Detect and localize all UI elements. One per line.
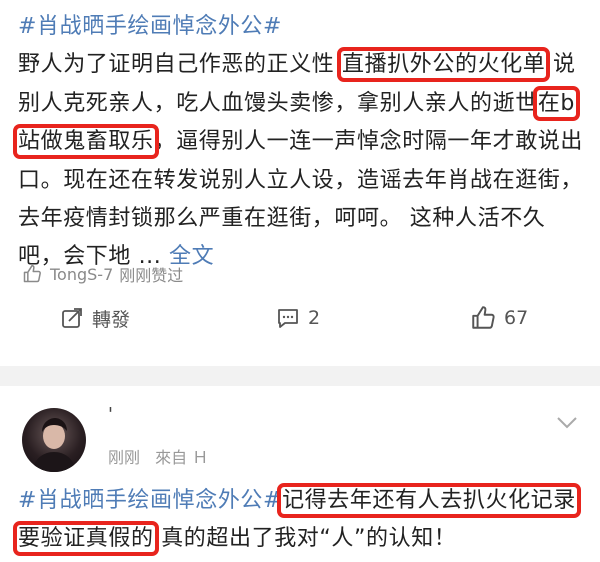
avatar[interactable] xyxy=(22,408,86,472)
post-text: #肖战晒手绘画悼念外公# 野人为了证明自己作恶的正义性 直播扒外公的火化单 说别… xyxy=(13,8,584,277)
thumbs-up-icon xyxy=(472,306,495,329)
like-button[interactable]: 67 xyxy=(470,305,528,331)
post-time: 刚刚 xyxy=(108,448,141,467)
liked-status: 刚刚赞过 xyxy=(119,266,184,285)
liked-by-row: TongS-7 刚刚赞过 xyxy=(22,262,183,286)
post-card: ' 刚刚 來自 Ｈ #肖战晒手绘画悼念外公#记得去年还有人去扒火化记录要验证真假… xyxy=(0,386,600,562)
section-divider xyxy=(0,366,600,386)
liker-username[interactable]: TongS-7 xyxy=(50,265,113,284)
repost-label: 轉發 xyxy=(92,308,131,331)
like-count: 67 xyxy=(504,307,529,329)
highlighted-text: 直播扒外公的火化单 xyxy=(336,47,551,83)
repost-icon xyxy=(62,308,82,328)
post-meta: 刚刚 來自 Ｈ xyxy=(108,444,208,468)
thumbs-up-icon xyxy=(23,264,41,283)
comment-button[interactable]: 2 xyxy=(276,306,320,330)
username[interactable]: ' xyxy=(108,404,113,425)
post-text: #肖战晒手绘画悼念外公#记得去年还有人去扒火化记录要验证真假的 真的超出了我对“… xyxy=(13,482,584,558)
repost-button[interactable]: 轉發 xyxy=(60,305,130,332)
text-segment: 野人为了证明自己作恶的正义性 xyxy=(18,52,342,78)
hashtag-link[interactable]: #肖战晒手绘画悼念外公# xyxy=(18,14,282,39)
comment-icon xyxy=(278,309,298,328)
comment-count: 2 xyxy=(308,307,321,329)
chevron-down-icon[interactable] xyxy=(556,416,578,430)
hashtag-link[interactable]: #肖战晒手绘画悼念外公# xyxy=(18,488,282,513)
post-source: 來自 Ｈ xyxy=(155,448,209,467)
text-segment: 真的超出了我对“人”的认知！ xyxy=(153,526,457,551)
post-card: #肖战晒手绘画悼念外公# 野人为了证明自己作恶的正义性 直播扒外公的火化单 说别… xyxy=(0,0,600,360)
